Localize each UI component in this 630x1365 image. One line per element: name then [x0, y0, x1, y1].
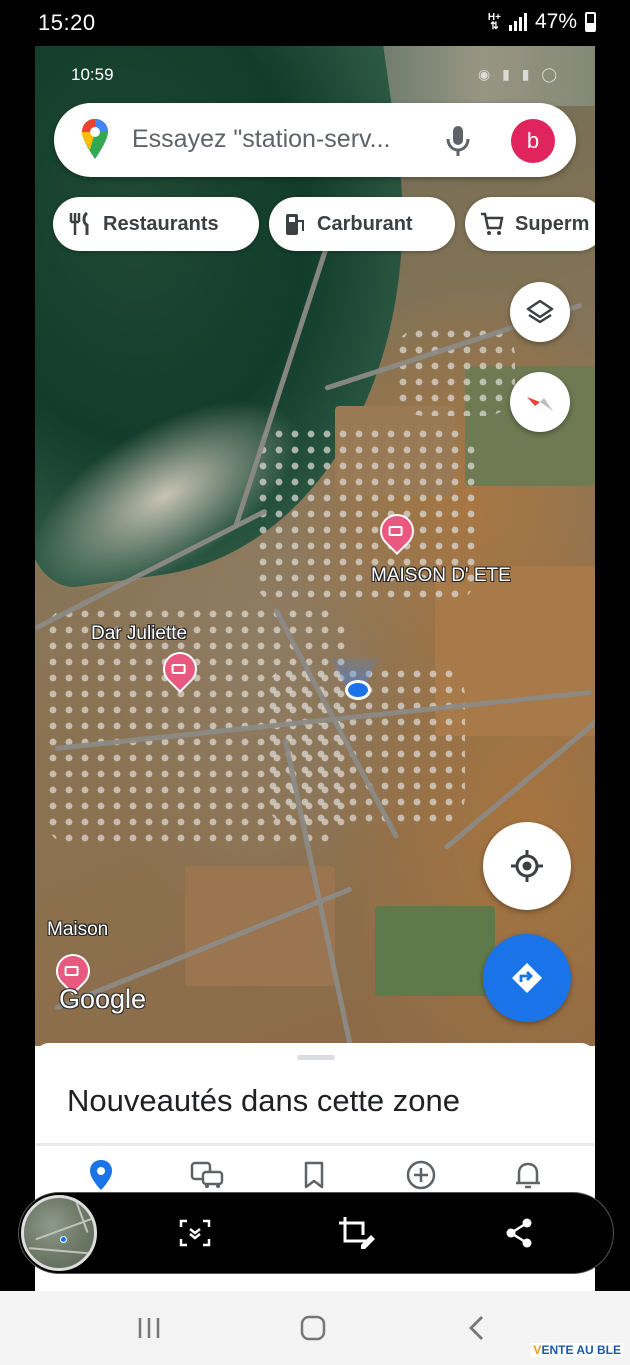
network-type-icon: H+ ⇅ — [487, 12, 501, 32]
battery-percent: 47% — [534, 10, 577, 33]
search-bar[interactable]: Essayez "station-serv... b — [54, 103, 576, 177]
android-nav-bar: VENTE AU BLE — [0, 1291, 630, 1365]
divider — [35, 1143, 595, 1146]
chip-label: Carburant — [317, 212, 413, 235]
my-location-icon — [511, 850, 543, 882]
fork-knife-icon — [69, 211, 89, 235]
contribute-icon — [406, 1160, 436, 1190]
share-button[interactable] — [499, 1213, 539, 1253]
search-input[interactable]: Essayez "station-serv... — [132, 125, 391, 154]
status-time: 15:20 — [38, 10, 96, 35]
inner-status-time: 10:59 — [71, 65, 114, 84]
google-maps-logo-icon — [82, 119, 108, 159]
my-location-button[interactable] — [483, 822, 571, 910]
sheet-drag-handle[interactable] — [297, 1055, 335, 1060]
map-buildings — [395, 326, 515, 416]
commute-icon — [190, 1161, 224, 1188]
watermark: VENTE AU BLE — [530, 1343, 624, 1357]
screenshot-thumbnail[interactable] — [21, 1195, 97, 1271]
signal-icon — [508, 13, 527, 31]
sheet-title: Nouveautés dans cette zone — [67, 1083, 460, 1118]
nav-commute[interactable] — [187, 1155, 227, 1195]
directions-icon — [512, 963, 542, 993]
nav-contribute[interactable] — [401, 1155, 441, 1195]
nav-updates[interactable] — [508, 1155, 548, 1195]
share-icon — [506, 1218, 532, 1248]
scroll-capture-icon — [179, 1219, 211, 1247]
compass-icon — [527, 397, 553, 411]
directions-button[interactable] — [483, 934, 571, 1022]
status-icons: H+ ⇅ 47% — [488, 10, 596, 34]
saved-icon — [304, 1161, 324, 1189]
crop-edit-icon — [339, 1217, 375, 1249]
capture-toolbar — [18, 1192, 614, 1274]
chip-label: Superm — [515, 212, 590, 235]
fuel-pump-icon — [286, 214, 304, 235]
updates-bell-icon — [516, 1162, 540, 1189]
inner-status-icons: ◉ ▮ ▮ ◯ — [478, 66, 561, 82]
place-label-maison[interactable]: Maison — [47, 919, 108, 941]
layers-button[interactable] — [510, 282, 570, 342]
map-field — [375, 906, 495, 996]
scroll-capture-button[interactable] — [175, 1213, 215, 1253]
place-label-maison-ete[interactable]: MAISON D' ETE — [371, 565, 511, 587]
back-icon[interactable] — [466, 1315, 488, 1341]
chip-supermarche[interactable]: Superm — [465, 197, 595, 251]
chip-restaurants[interactable]: Restaurants — [53, 197, 259, 251]
recent-apps-icon[interactable] — [136, 1315, 162, 1341]
account-avatar[interactable]: b — [511, 119, 555, 163]
crop-edit-button[interactable] — [337, 1213, 377, 1253]
chip-carburant[interactable]: Carburant — [269, 197, 455, 251]
nav-explore[interactable] — [81, 1155, 121, 1195]
current-location-dot — [345, 680, 371, 700]
status-bar: 15:20 H+ ⇅ 47% — [0, 0, 630, 46]
shopping-cart-icon — [481, 212, 504, 235]
maps-screenshot: MAISON D' ETE Dar Juliette Maison Google… — [35, 46, 595, 1291]
battery-icon — [585, 12, 596, 32]
explore-pin-icon — [90, 1160, 112, 1190]
microphone-icon[interactable] — [444, 125, 472, 157]
home-icon[interactable] — [300, 1315, 326, 1341]
google-logo: Google — [59, 984, 147, 1014]
chip-label: Restaurants — [103, 212, 219, 235]
nav-saved[interactable] — [294, 1155, 334, 1195]
layers-icon — [526, 299, 554, 324]
place-label-dar-juliette[interactable]: Dar Juliette — [91, 623, 187, 645]
phone-screen: 15:20 H+ ⇅ 47% MAISON D' ETE Dar Juliett… — [0, 0, 630, 1365]
compass-button[interactable] — [510, 372, 570, 432]
